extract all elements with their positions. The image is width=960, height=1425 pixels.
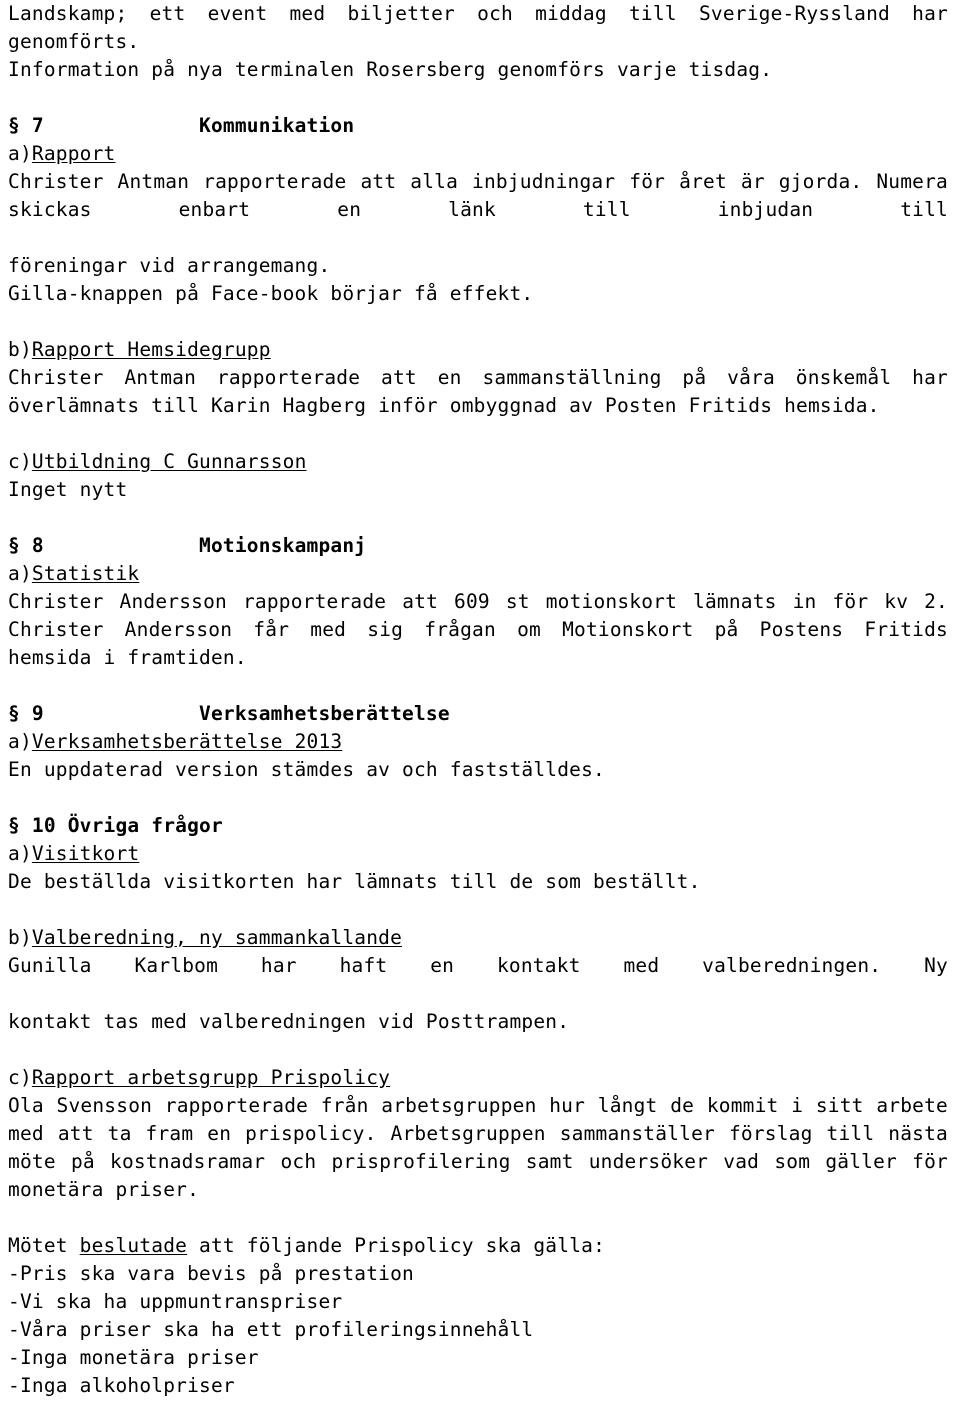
subitem-body-7c: Inget nytt [8, 478, 128, 501]
document-body: Landskamp; ett event med biljetter och m… [8, 0, 948, 1425]
section-heading-9: § 9 Verksamhetsberättelse [8, 702, 450, 725]
subitem-body-9a: En uppdaterad version stämdes av och fas… [8, 758, 605, 781]
document-page: Landskamp; ett event med biljetter och m… [0, 0, 960, 1425]
subitem-heading-7b: b)Rapport Hemsidegrupp [8, 338, 271, 361]
decision-bullet: -Pris ska vara bevis på prestation [8, 1262, 414, 1285]
intro-paragraph-2: Information på nya terminalen Rosersberg… [8, 58, 773, 81]
intro-paragraph-1: Landskamp; ett event med biljetter och m… [8, 2, 948, 53]
subitem-heading-10b: b)Valberedning, ny sammankallande [8, 926, 403, 949]
subitem-heading-7c: c)Utbildning C Gunnarsson [8, 450, 307, 473]
decision-bullet: -Vi ska ha uppmuntranspriser [8, 1290, 343, 1313]
subitem-heading-10a: a)Visitkort [8, 842, 140, 865]
subitem-body-10a: De beställda visitkorten har lämnats til… [8, 870, 701, 893]
subitem-body-7a-line3: Gilla-knappen på Face-book börjar få eff… [8, 282, 534, 305]
subitem-body-7a-line2: föreningar vid arrangemang. [8, 254, 331, 277]
decision-bullet: -Inga alkoholpriser [8, 1374, 235, 1397]
decision-bullet: -Inga monetära priser [8, 1346, 259, 1369]
subitem-body-7a-line1: Christer Antman rapporterade att alla in… [8, 170, 948, 221]
section-heading-10: § 10 Övriga frågor [8, 814, 223, 837]
subitem-body-7b: Christer Antman rapporterade att en samm… [8, 366, 948, 417]
section-heading-8: § 8 Motionskampanj [8, 534, 367, 557]
subitem-heading-8a: a)Statistik [8, 562, 140, 585]
decision-bullet: -Våra priser ska ha ett profileringsinne… [8, 1318, 534, 1341]
subitem-heading-9a: a)Verksamhetsberättelse 2013 [8, 730, 343, 753]
decision-intro: Mötet beslutade att följande Prispolicy … [8, 1234, 606, 1257]
subitem-body-10b-line2: kontakt tas med valberedningen vid Postt… [8, 1010, 570, 1033]
subitem-heading-10c: c)Rapport arbetsgrupp Prispolicy [8, 1066, 391, 1089]
subitem-body-10b-line1: Gunilla Karlbom har haft en kontakt med … [8, 954, 948, 977]
subitem-body-8a: Christer Andersson rapporterade att 609 … [8, 590, 948, 669]
subitem-heading-7a: a)Rapport [8, 142, 116, 165]
subitem-body-10c: Ola Svensson rapporterade från arbetsgru… [8, 1094, 948, 1201]
section-heading-7: § 7 Kommunikation [8, 114, 355, 137]
